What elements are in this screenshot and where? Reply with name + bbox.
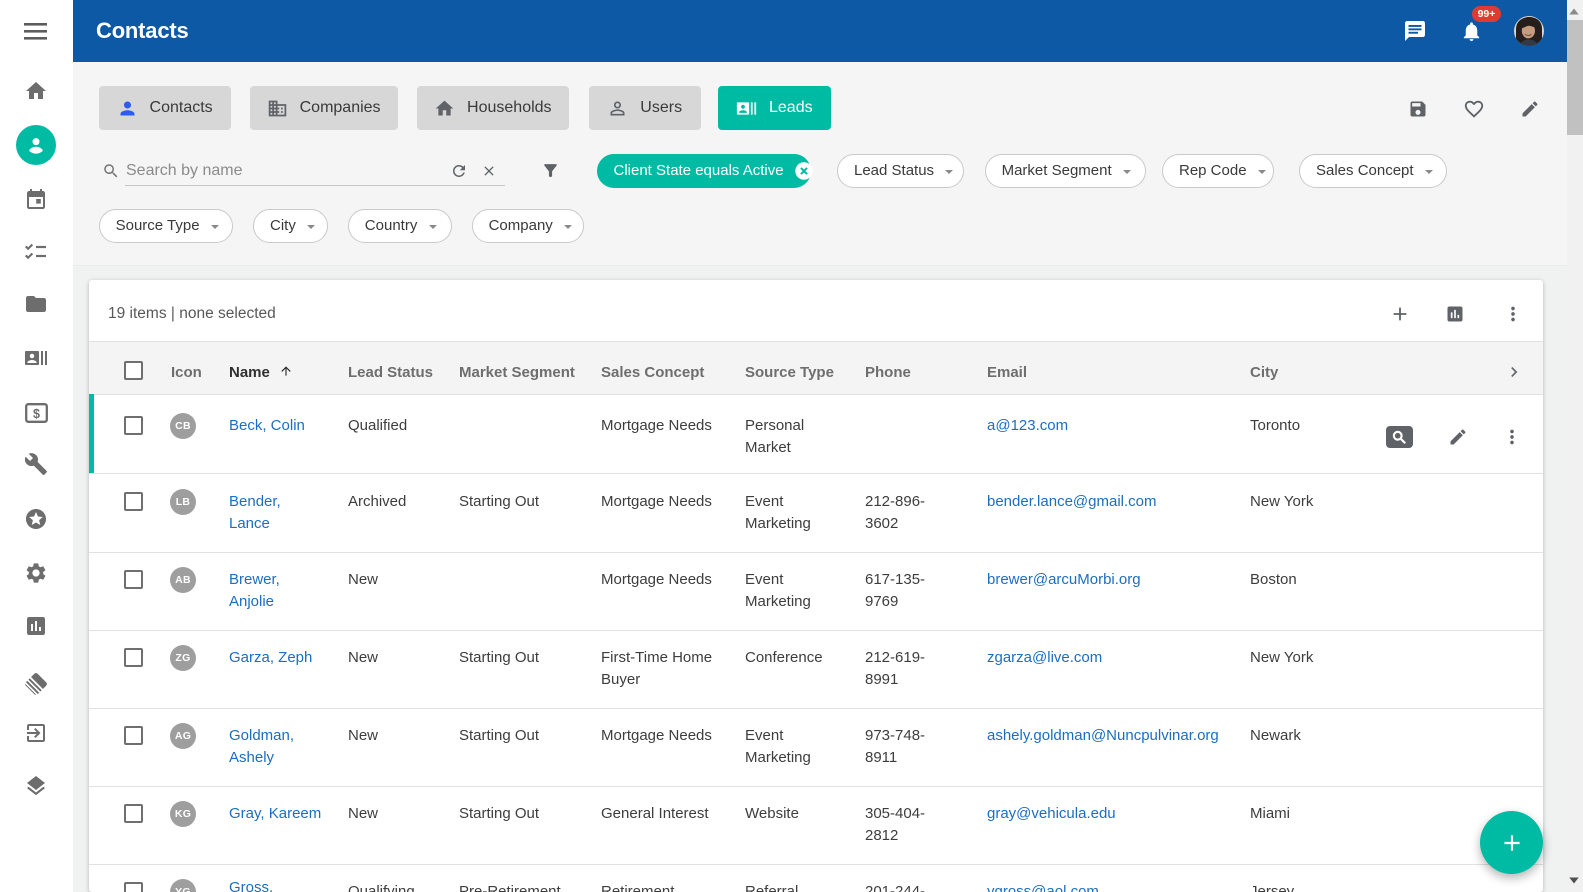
svg-text:$: $	[33, 407, 40, 421]
